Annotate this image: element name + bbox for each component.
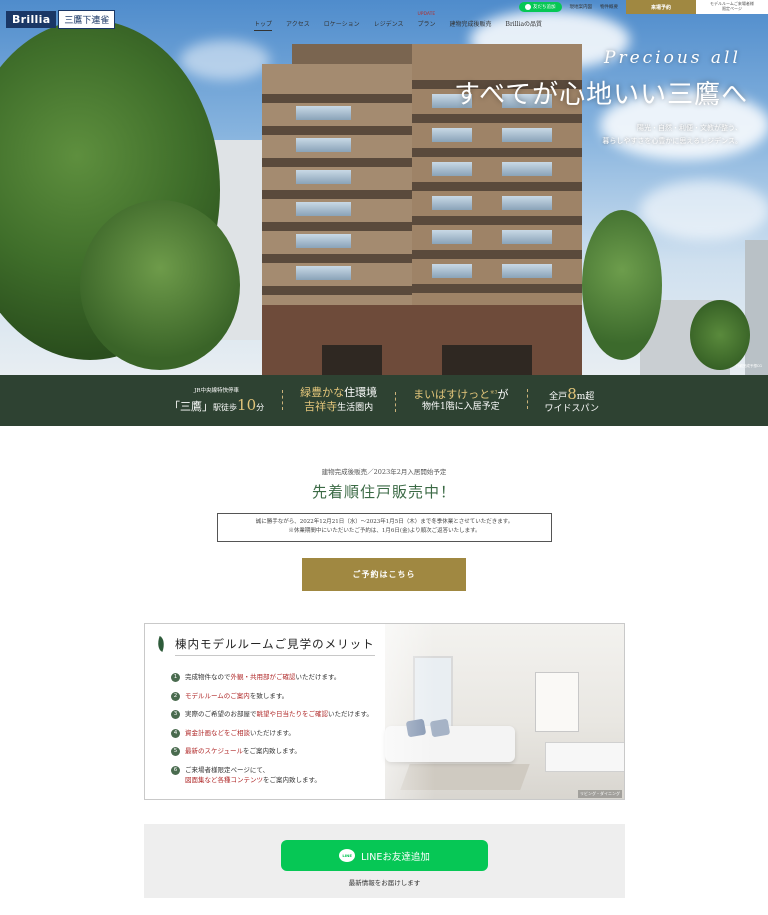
panel-title-text: 棟内モデルルームご見学のメリット [175,636,375,656]
merit-text: をご案内致します。 [263,775,321,784]
feature-supermarket: まいばすけっと※3が 物件1階に入居予定 [395,388,526,414]
merit-highlight: 眺望や日当たりをご確認 [256,710,329,718]
feature-env-highlight: 緑豊かな [300,386,345,399]
feature-market-note: ※3 [490,388,498,395]
hero-description: 陽光・自然・利便・文教が整う、 暮らしやすさを心豊かに思えるレジデンス。 [562,122,742,149]
sale-title: 先着順住戸販売中！ [311,483,456,501]
nav-quality[interactable]: Brilliaの品質 [506,19,543,31]
notice-line-2: ※休業期間中にいただいたご予約は、1月6日(金)より順次ご返答いたします。 [288,528,481,535]
merit-number: 1 [171,673,180,682]
tree-right [582,210,662,360]
feature-walk-minutes: 10 [237,395,257,414]
merit-item: 3 実際のご希望のお部屋で眺望や日当たりをご確認いただけます。 [171,709,373,728]
reserve-button[interactable]: ご予約はこちら [302,558,466,591]
nav-location[interactable]: ロケーション [324,19,360,31]
panel-title: 棟内モデルルームご見学のメリット [155,636,375,656]
property-name: 三鷹下連雀 [58,10,116,29]
feature-span-label: ワイドスパン [544,404,599,415]
merit-highlight: モデルルームのご案内 [185,691,250,700]
merit-highlight: 最新のスケジュール [185,747,244,755]
feature-station-line: JR中央線特快停車 [194,387,239,394]
nav-plan-label: プラン [417,21,436,28]
merit-item: 5 最新のスケジュールをご案内致します。 [171,746,373,765]
feature-env-text: 住環境 [344,386,378,399]
feature-walk-unit: 分 [256,402,265,412]
overview-link[interactable]: 物件概要 [600,0,626,14]
merit-text: いただけます。 [295,673,341,681]
merit-text: を致します。 [249,691,289,700]
merit-number: 4 [171,728,180,738]
feature-kichijoji: 吉祥寺 [304,400,338,414]
utility-bar: 友だち追加 現地案内図 物件概要 来場予約 モデルルームご来場者様 限定ページ [519,0,768,14]
line-button-label: LINEお友達追加 [361,851,430,863]
feature-market-name: まいばすけっと [413,387,491,401]
merit-number: 2 [171,691,180,701]
visit-reserve-button[interactable]: 来場予約 [626,0,696,14]
hero-tagline-en: Precious all [604,48,741,68]
global-nav: トップ アクセス ロケーション レジデンス UPDATE プラン 建物完成後販売… [254,12,543,31]
brillia-logo: Brillia [6,11,57,28]
hero-desc-line-2: 暮らしやすさを心豊かに思えるレジデンス。 [602,137,742,146]
merit-number: 3 [171,710,180,719]
model-room-members-button[interactable]: モデルルームご来場者様 限定ページ [696,0,768,14]
merit-text: ご来場者様限定ページにて、 [185,765,270,774]
merit-text: 実際のご希望のお部屋で [185,710,257,718]
feature-market-detail: 物件1階に入居予定 [421,401,500,412]
merit-item: 4 資金計画などをご相談いただけます。 [171,728,373,747]
feature-market-suffix: が [497,387,509,401]
update-badge: UPDATE [417,12,436,17]
line-friend-pill[interactable]: 友だち追加 [519,2,562,12]
merit-highlight: 外観・共用部がご確認 [230,673,296,681]
nav-plan[interactable]: UPDATE プラン [417,12,436,31]
merit-item: 1 完成物件なので外観・共用部がご確認いただけます。 [171,672,373,691]
feature-station-name: 「三鷹」 [169,399,214,413]
site-logo[interactable]: Brillia 三鷹下連雀 [6,10,116,29]
feature-walk-label: 駅徒歩 [213,402,238,412]
feature-kichijoji-text: 生活圏内 [337,403,374,414]
sale-subtitle: 建物完成後販売／2023年2月入居開始予定 [321,468,447,476]
feature-span-number: 8 [567,384,577,403]
merit-text: いただけます。 [328,710,373,718]
hero-headline: すべてが心地いい三鷹へ [454,80,749,110]
map-link[interactable]: 現地案内図 [570,0,601,14]
merit-number: 5 [171,747,180,756]
line-add-friend-button[interactable]: LINE LINEお友達追加 [281,840,488,871]
merit-text: をご案内致します。 [243,747,301,755]
nav-access[interactable]: アクセス [286,19,310,31]
feature-environment: 緑豊かな住環境 吉祥寺生活圏内 [282,386,395,415]
merit-text: 完成物件なので [185,673,231,681]
line-section: LINE LINEお友達追加 最新情報をお届けします [144,824,625,898]
feature-wide-span: 全戸8m超 ワイドスパン [526,384,617,416]
feature-station: JR中央線特快停車 「三鷹」駅徒歩10分 [151,386,282,416]
photo-note: 外観完成予想CG [735,364,762,368]
hero-section: Brillia 三鷹下連雀 トップ アクセス ロケーション レジデンス UPDA… [0,0,768,375]
leaf-icon [155,637,169,655]
nav-residence[interactable]: レジデンス [374,19,404,31]
line-caption: 最新情報をお届けします [348,879,421,887]
merit-list: 1 完成物件なので外観・共用部がご確認いただけます。 2 モデルルームのご案内を… [171,672,373,785]
feature-bar: JR中央線特快停車 「三鷹」駅徒歩10分 緑豊かな住環境 吉祥寺生活圏内 まいば… [0,375,768,426]
feature-span-unit: m超 [576,391,595,402]
line-pill-label: 友だち追加 [533,5,556,10]
hero-desc-line-1: 陽光・自然・利便・文教が整う、 [637,124,742,132]
notice-line-1: 誠に勝手ながら、2022年12月21日（水）～2023年1月5日（木）まで冬季休… [255,519,514,525]
model-room-panel: リビング・ダイニング 棟内モデルルームご見学のメリット 1 完成物件なので外観・… [144,623,625,800]
merit-item: 2 モデルルームのご案内を致します。 [171,691,373,710]
line-icon [525,4,531,10]
merit-highlight: 資金計画などをご相談 [185,728,250,737]
merit-text: いただけます。 [250,728,295,737]
line-logo-icon: LINE [339,849,356,862]
photo-caption: リビング・ダイニング [578,790,622,798]
nav-top[interactable]: トップ [254,19,273,31]
merit-number: 6 [171,765,180,775]
merit-item: 6 ご来場者様限定ページにて、 図面集など各種コンテンツをご案内致します。 [171,765,373,786]
feature-span-prefix: 全戸 [549,391,568,402]
model-room-label-2: 限定ページ [722,6,742,11]
nav-post-completion[interactable]: 建物完成後販売 [450,19,492,31]
holiday-notice: 誠に勝手ながら、2022年12月21日（水）～2023年1月5日（木）まで冬季休… [217,513,552,542]
merit-highlight: 図面集など各種コンテンツ [185,775,263,784]
